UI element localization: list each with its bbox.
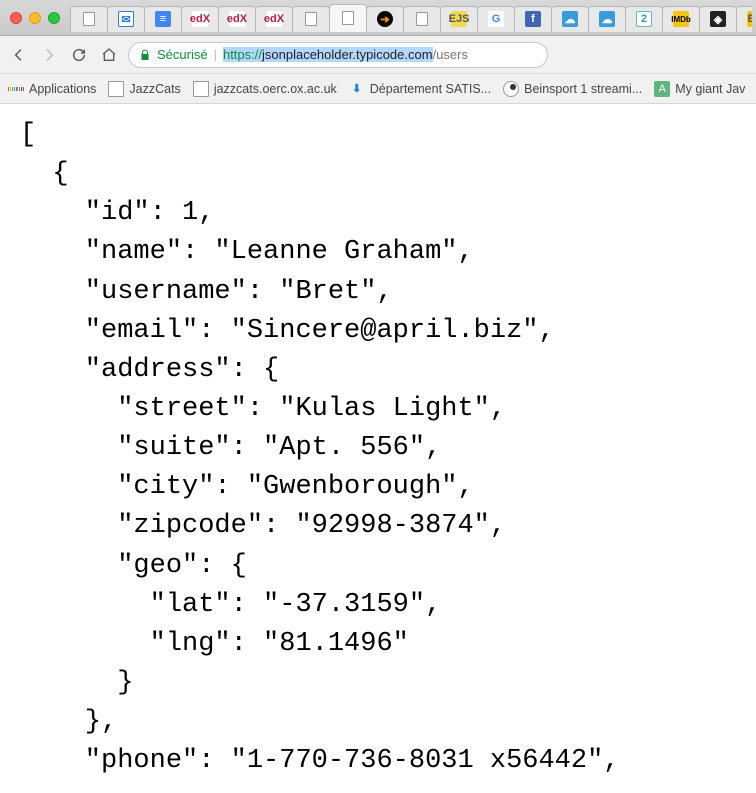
url-text: https://jsonplaceholder.typicode.com/use… (223, 47, 468, 62)
page-icon (108, 81, 124, 97)
maximize-window-button[interactable] (48, 12, 60, 24)
fb-icon: f (525, 11, 541, 27)
url-path: /users (433, 47, 468, 62)
bookmark-label: Beinsport 1 streami... (524, 82, 642, 96)
browser-tab[interactable] (70, 6, 108, 32)
2-icon: 2 (636, 11, 652, 27)
browser-tab[interactable] (292, 6, 330, 32)
browser-tab[interactable]: EJS (440, 6, 478, 32)
window-controls (4, 12, 70, 24)
apps-label: Applications (29, 82, 96, 96)
page-icon (342, 11, 354, 25)
bookmark-label: JazzCats (129, 82, 180, 96)
bookmark-label: jazzcats.oerc.ox.ac.uk (214, 82, 337, 96)
edx-icon: edX (192, 11, 208, 27)
page-icon (83, 12, 95, 26)
browser-tab[interactable] (403, 6, 441, 32)
address-bar[interactable]: Sécurisé | https://jsonplaceholder.typic… (128, 42, 548, 68)
secure-label: Sécurisé (157, 47, 208, 62)
home-button[interactable] (98, 44, 120, 66)
browser-tab[interactable]: ES (736, 6, 752, 32)
browser-tab[interactable]: ≡ (144, 6, 182, 32)
page-icon (416, 12, 428, 26)
url-host: jsonplaceholder.typicode.com (262, 47, 433, 62)
bookmark-item[interactable]: jazzcats.oerc.ox.ac.uk (193, 81, 337, 97)
atom-icon: A (654, 81, 670, 97)
ejs-icon: EJS (451, 11, 467, 27)
url-protocol: https:// (223, 47, 262, 62)
cloud-icon: ☁ (562, 11, 578, 27)
forward-button[interactable] (38, 44, 60, 66)
browser-tab[interactable]: edX (218, 6, 256, 32)
bookmarks-bar: Applications JazzCats jazzcats.oerc.ox.ac… (0, 74, 756, 104)
dl-icon: ⬇ (349, 81, 365, 97)
browser-tab[interactable]: ✉ (107, 6, 145, 32)
separator: | (214, 47, 217, 62)
json-content: [ { "id": 1, "name": "Leanne Graham", "u… (0, 104, 756, 793)
apps-button[interactable]: Applications (8, 81, 96, 97)
browser-tab[interactable] (329, 4, 367, 32)
browser-tab[interactable]: edX (255, 6, 293, 32)
bookmark-item[interactable]: ⬇ Département SATIS... (349, 81, 491, 97)
toolbar: Sécurisé | https://jsonplaceholder.typic… (0, 36, 756, 74)
cp-icon: ◈ (710, 11, 726, 27)
bookmark-item[interactable]: A My giant Jav (654, 81, 745, 97)
browser-tab[interactable]: IMDb (662, 6, 700, 32)
imdb-icon: IMDb (673, 11, 689, 27)
browser-tab[interactable]: f (514, 6, 552, 32)
mail-icon: ✉ (118, 11, 134, 27)
bookmark-label: My giant Jav (675, 82, 745, 96)
close-window-button[interactable] (10, 12, 22, 24)
page-icon (193, 81, 209, 97)
browser-tab[interactable]: ➔ (366, 6, 404, 32)
bein-icon (503, 81, 519, 97)
edx-icon: edX (229, 11, 245, 27)
cloud-icon: ☁ (599, 11, 615, 27)
lock-icon (139, 48, 151, 62)
curl-icon: ➔ (377, 11, 393, 27)
bookmark-label: Département SATIS... (370, 82, 491, 96)
browser-tab[interactable]: ☁ (551, 6, 589, 32)
edx-icon: edX (266, 11, 282, 27)
browser-tab[interactable]: G (477, 6, 515, 32)
minimize-window-button[interactable] (29, 12, 41, 24)
tabs-container: ✉ ≡ edX edX edX ➔ EJS Gf ☁ ☁ 2 IMDb ◈ ES (70, 4, 752, 32)
browser-tab[interactable]: 2 (625, 6, 663, 32)
gt-icon: G (488, 11, 504, 27)
page-icon (305, 12, 317, 26)
browser-tab[interactable]: edX (181, 6, 219, 32)
reload-button[interactable] (68, 44, 90, 66)
browser-tab[interactable]: ◈ (699, 6, 737, 32)
bookmark-item[interactable]: JazzCats (108, 81, 180, 97)
doc-icon: ≡ (155, 11, 171, 27)
browser-tab[interactable]: ☁ (588, 6, 626, 32)
es-icon: ES (747, 11, 752, 27)
apps-icon (8, 81, 24, 97)
tab-strip: ✉ ≡ edX edX edX ➔ EJS Gf ☁ ☁ 2 IMDb ◈ ES (0, 0, 756, 36)
back-button[interactable] (8, 44, 30, 66)
bookmark-item[interactable]: Beinsport 1 streami... (503, 81, 642, 97)
